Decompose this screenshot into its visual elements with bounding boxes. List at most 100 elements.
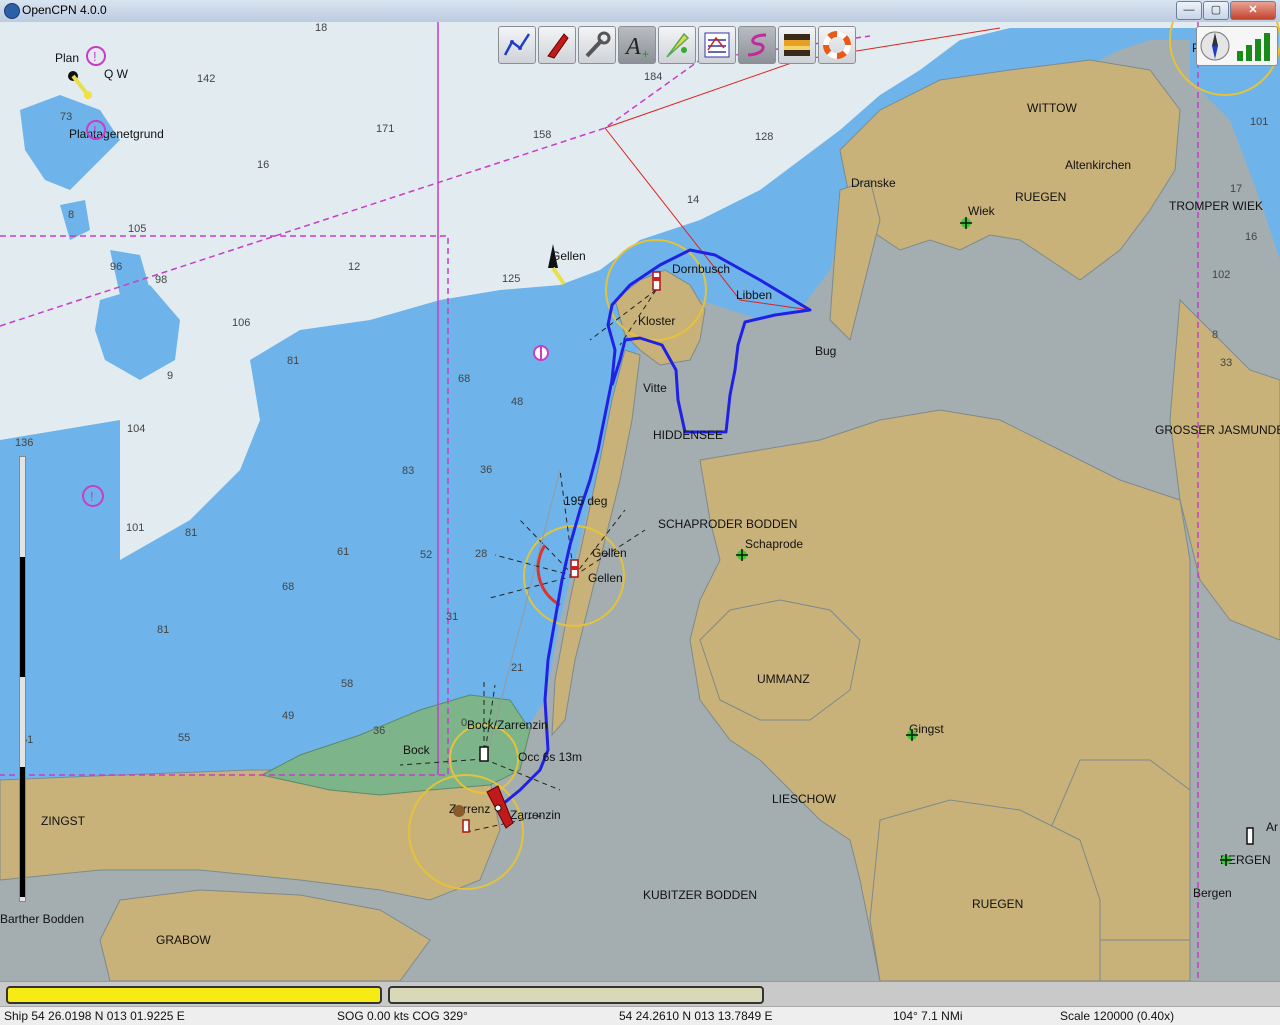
boat-icon [547,33,569,59]
piano-key-chart[interactable] [388,986,764,1004]
track-icon [747,33,767,57]
mark-tool-button[interactable] [658,26,696,64]
label-zingst: ZINGST [41,814,86,828]
sounding: 36 [373,725,385,737]
label-ar: Ar [1266,820,1278,834]
label-grosser-jasmunder: GROSSER JASMUNDE [1155,423,1280,437]
chart-scale-bar [19,456,26,902]
sounding: 101 [1250,116,1268,128]
route-icon [503,33,531,56]
sounding: 49 [282,710,294,722]
sounding: 48 [511,396,523,408]
ownship-tool-button[interactable] [538,26,576,64]
label-bergen: Bergen [1193,886,1232,900]
sounding: 184 [644,71,662,83]
status-bar: Ship 54 26.0198 N 013 01.9225 E SOG 0.00… [0,1006,1280,1025]
status-scale: Scale 120000 (0.40x) [1060,1009,1175,1023]
title-bar: OpenCPN 4.0.0 — ▢ ✕ [0,0,1280,23]
label-grabow: GRABOW [156,933,211,947]
sounding: 58 [341,678,353,690]
lighthouse-icon[interactable] [652,271,661,291]
label-schaproder-bodden: SCHAPRODER BODDEN [658,517,797,531]
sounding: 105 [128,223,146,235]
sounding: 28 [475,548,487,560]
sounding: 52 [420,549,432,561]
label-ruegen-north: RUEGEN [1015,190,1066,204]
label-dranske: Dranske [851,176,896,190]
lighthouse-icon[interactable] [570,559,579,578]
sounding: 104 [127,423,145,435]
sounding: 98 [155,274,167,286]
sounding: 16 [1245,231,1257,243]
label-wiek: Wiek [968,204,996,218]
sounding: 14 [687,194,699,206]
sounding: 171 [376,123,394,135]
label-altenkirchen: Altenkirchen [1065,158,1131,172]
label-bock: Bock [403,743,431,757]
options-tool-button[interactable] [578,26,616,64]
label-barther-bodden: Barther Bodden [0,912,84,926]
main-toolbar: A + [498,26,856,66]
sunset-icon [784,34,810,56]
sounding: 8 [68,209,74,221]
label-gellen-a: Gellen [592,546,627,560]
label-bug: Bug [815,344,836,358]
label-lieschow: LIESCHOW [772,792,837,806]
label-qw: Q W [104,67,129,81]
chart-canvas[interactable]: 18 142 73 171 158 184 128 16 8 105 12 12… [0,22,1280,981]
label-libben: Libben [736,288,772,302]
sounding: 125 [502,273,520,285]
label-occ: Occ 6s 13m [518,750,582,764]
sounding: 158 [533,129,551,141]
sounding: 81 [185,527,197,539]
label-dornbusch: Dornbusch [672,262,730,276]
close-button[interactable]: ✕ [1230,1,1276,20]
sounding: 61 [337,546,349,558]
nautical-chart[interactable]: 18 142 73 171 158 184 128 16 8 105 12 12… [0,22,1280,981]
route-manager-tool-button[interactable] [698,26,736,64]
wrench-icon [585,31,611,58]
track-tool-button[interactable] [738,26,776,64]
sounding: 36 [480,464,492,476]
lighthouse-icon[interactable] [479,746,489,762]
svg-text:!: ! [90,489,94,504]
svg-text:A: A [624,34,641,60]
maximize-button[interactable]: ▢ [1203,1,1229,20]
compass-widget[interactable] [1196,26,1278,66]
mob-tool-button[interactable] [818,26,856,64]
sounding: 81 [287,355,299,367]
sounding: 136 [15,437,33,449]
label-plan-buoy: Plan [55,51,79,65]
landmark-icon [453,805,465,817]
label-vitte: Vitte [643,381,667,395]
route-tool-button[interactable] [498,26,536,64]
sounding: 55 [178,732,190,744]
sounding: 68 [458,373,470,385]
sounding: 16 [257,159,269,171]
color-scheme-tool-button[interactable] [778,26,816,64]
svg-text:!: ! [93,123,97,138]
sounding: 142 [197,73,215,85]
sounding: 106 [232,317,250,329]
status-bearing-distance: 104° 7.1 NMi [893,1009,963,1023]
window-title: OpenCPN 4.0.0 [22,3,107,17]
lighthouse-icon[interactable] [1246,827,1254,845]
label-kloster: Kloster [638,314,675,328]
info-icon[interactable] [533,345,549,361]
list-icon [704,32,730,58]
sounding: 18 [315,22,327,34]
text-tool-button[interactable]: A + [618,26,656,64]
sounding: 73 [60,111,72,123]
label-schaprode: Schaprode [745,537,803,551]
lighthouse-icon[interactable] [462,819,470,833]
text-icon: A + [624,34,649,60]
status-sog-cog: SOG 0.00 kts COG 329° [337,1009,468,1023]
sounding: 9 [167,370,173,382]
label-ruegen-south: RUEGEN [972,897,1023,911]
sounding: 101 [126,522,144,534]
piano-key-active-chart[interactable] [6,986,382,1004]
minimize-button[interactable]: — [1176,1,1202,20]
label-wittow: WITTOW [1027,101,1077,115]
label-tromper-wiek: TROMPER WIEK [1169,199,1263,213]
marker-icon [666,32,690,58]
